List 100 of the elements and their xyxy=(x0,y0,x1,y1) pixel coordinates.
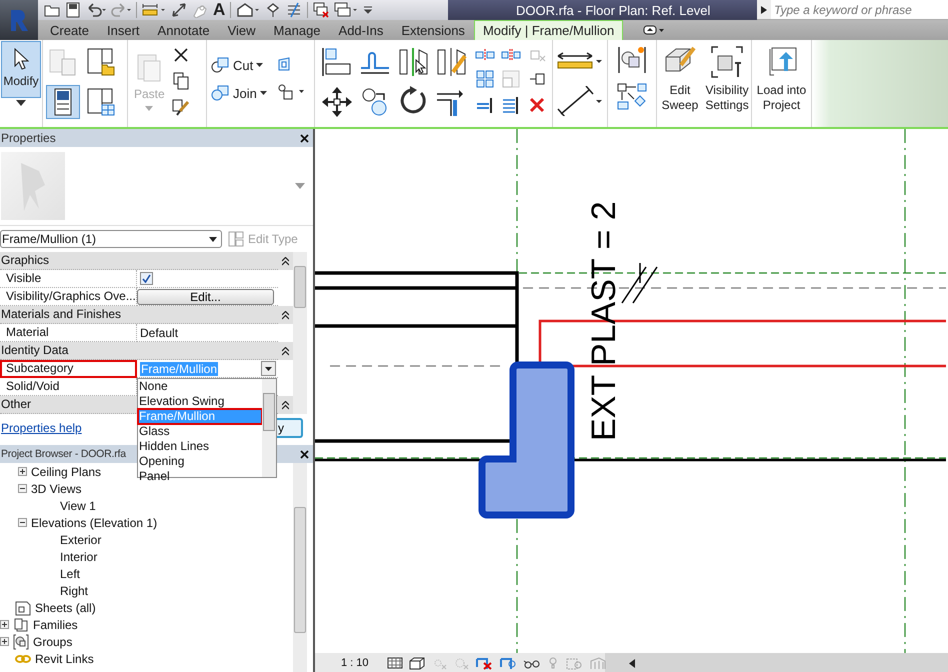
ribbon-button[interactable]: Load into Project xyxy=(753,44,810,114)
dropdown-option[interactable]: None xyxy=(138,379,262,394)
expand-box-icon[interactable] xyxy=(18,467,27,476)
cut-button[interactable]: Cut xyxy=(210,56,267,74)
close-icon[interactable] xyxy=(300,450,309,458)
collapse-box-icon[interactable] xyxy=(18,518,27,527)
collapse-icon[interactable] xyxy=(282,256,289,266)
create-form-icon[interactable] xyxy=(616,44,648,76)
dropdown-option[interactable]: Elevation Swing xyxy=(138,394,262,409)
group-icon xyxy=(13,634,29,650)
array-icon[interactable] xyxy=(475,70,495,88)
dropdown-option[interactable]: Glass xyxy=(138,424,262,439)
frame-mullion-shape[interactable] xyxy=(478,362,574,518)
join-button[interactable]: Join xyxy=(210,84,267,102)
lines-icon[interactable] xyxy=(286,2,302,18)
panel-toggle-icon[interactable] xyxy=(643,25,666,35)
move-icon[interactable] xyxy=(321,86,353,118)
mirror-draw-icon[interactable] xyxy=(435,46,467,78)
tree-item[interactable]: Interior xyxy=(60,550,98,564)
ruler-icon[interactable] xyxy=(142,2,166,18)
scrollbar[interactable] xyxy=(293,252,307,414)
copy-icon[interactable] xyxy=(172,72,190,90)
play-arrow-icon[interactable] xyxy=(761,6,767,14)
split-gap-icon[interactable] xyxy=(501,48,521,62)
checkbox[interactable] xyxy=(140,272,153,285)
paint-brush-icon[interactable] xyxy=(172,98,190,116)
tree-item[interactable]: Right xyxy=(60,584,88,598)
windows-icon[interactable] xyxy=(334,2,358,18)
collapse-icon[interactable] xyxy=(282,310,289,320)
collapse-icon[interactable] xyxy=(282,400,289,410)
trim-single-icon[interactable] xyxy=(475,96,495,114)
help-link[interactable]: Properties help xyxy=(0,421,82,435)
trim-multiple-icon[interactable] xyxy=(501,96,521,114)
tree-item[interactable]: View 1 xyxy=(60,498,96,512)
ribbon-tab[interactable]: Extensions xyxy=(392,20,474,40)
expand-box-icon[interactable] xyxy=(0,620,9,629)
property-label: Identity Data xyxy=(0,342,278,360)
apply-button[interactable]: y xyxy=(275,418,303,438)
text-tool-button[interactable]: A xyxy=(213,1,226,19)
mirror-axis-icon[interactable] xyxy=(397,46,429,78)
scroll-left-icon[interactable] xyxy=(629,658,635,668)
modify-button[interactable]: Modify xyxy=(1,41,41,98)
undo-icon[interactable] xyxy=(86,2,106,18)
measure-line-icon[interactable] xyxy=(556,86,602,116)
edit-type-icon xyxy=(228,231,244,247)
property-label: Materials and Finishes xyxy=(0,306,278,324)
ribbon-button[interactable]: Edit Sweep xyxy=(658,44,702,114)
detail-level-icon[interactable] xyxy=(387,656,403,670)
ribbon-button[interactable]: Visibility Settings xyxy=(703,44,751,114)
type-selector[interactable]: Frame/Mullion (1) xyxy=(0,230,222,248)
tree-item[interactable]: Elevations (Elevation 1) xyxy=(31,516,158,530)
collapse-box-icon[interactable] xyxy=(18,484,27,493)
ribbon-tab[interactable]: Create xyxy=(41,20,98,40)
ribbon-tab[interactable]: Annotate xyxy=(148,20,219,40)
panel-caret-icon[interactable] xyxy=(16,100,26,106)
close-icon[interactable] xyxy=(300,134,309,142)
house-icon[interactable] xyxy=(236,2,260,18)
expand-box-icon[interactable] xyxy=(0,637,9,646)
crop-off-icon[interactable] xyxy=(475,656,493,670)
scrollbar[interactable] xyxy=(293,463,307,672)
caret-icon[interactable] xyxy=(295,183,305,189)
tree-item[interactable]: Ceiling Plans xyxy=(31,464,102,478)
properties-toggle[interactable] xyxy=(46,85,80,119)
tree-item[interactable]: Groups xyxy=(33,634,72,648)
dropdown-option[interactable]: Hidden Lines xyxy=(138,439,262,454)
ribbon-tab[interactable]: Modify | Frame/Mullion xyxy=(474,20,624,40)
collapse-icon[interactable] xyxy=(282,346,289,356)
delete-icon[interactable] xyxy=(527,96,547,114)
save-icon[interactable] xyxy=(65,2,81,18)
align-icon[interactable] xyxy=(321,46,353,78)
tree-item[interactable]: Sheets (all) xyxy=(35,600,96,614)
dropdown-option[interactable]: Opening xyxy=(138,454,262,469)
drawing-canvas[interactable]: EXT PLAST = 2 xyxy=(315,129,948,653)
split-icon[interactable] xyxy=(475,48,495,62)
flow-diagram-icon[interactable] xyxy=(616,82,648,110)
diagonal-arrow-icon[interactable] xyxy=(171,2,187,18)
family-types-icon[interactable] xyxy=(86,87,116,117)
tree-item[interactable]: Revit Links xyxy=(35,652,94,666)
dropdown-option[interactable]: Panel xyxy=(138,469,262,484)
tree-item[interactable]: 3D Views xyxy=(31,482,82,496)
visual-style-icon[interactable] xyxy=(409,656,425,670)
dropdown-button[interactable] xyxy=(261,361,276,376)
scale-label[interactable]: 1 : 10 xyxy=(341,657,381,669)
crop-region-icon[interactable] xyxy=(499,656,517,670)
ribbon-tab[interactable]: Insert xyxy=(98,20,149,40)
edit-button[interactable]: Edit... xyxy=(137,288,274,304)
scrollbar[interactable] xyxy=(262,379,276,477)
split-face-icon[interactable] xyxy=(276,84,305,100)
pin-icon[interactable] xyxy=(265,2,282,18)
windows-close-icon[interactable] xyxy=(313,2,330,18)
ribbon-tab[interactable]: View xyxy=(218,20,265,40)
tree-item[interactable]: Families xyxy=(33,618,78,632)
ribbon-tab[interactable]: Manage xyxy=(264,20,330,40)
tree-item[interactable]: Left xyxy=(60,566,80,580)
tree-item[interactable]: Exterior xyxy=(60,532,102,546)
ribbon-tab[interactable]: Add-Ins xyxy=(330,20,392,40)
panel-title: Project Browser - DOOR.rfa xyxy=(1,448,126,460)
folder-panels-icon[interactable] xyxy=(86,47,116,77)
cube-wrench-icon xyxy=(710,45,744,79)
scissors-icon[interactable] xyxy=(172,46,190,64)
